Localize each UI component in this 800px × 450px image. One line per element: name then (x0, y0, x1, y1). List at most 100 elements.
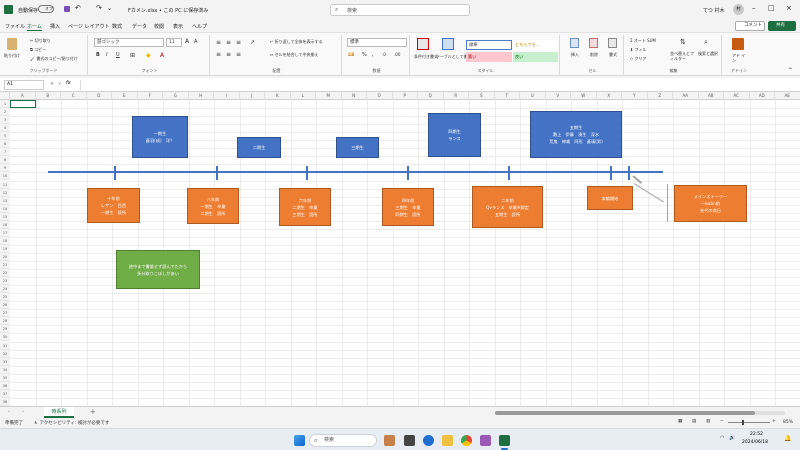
shape-fifth-gen[interactable]: 五期生 敷上 伊藤 湊生 深水 荒鬼 神威 阿形 蒼瑛(男) (530, 111, 622, 158)
column-header[interactable]: T (495, 92, 520, 100)
row-header[interactable]: 35 (0, 373, 10, 382)
fill-color-icon[interactable]: ◆ (146, 52, 151, 59)
style-bad[interactable]: 悪い (466, 52, 512, 62)
accessibility-status[interactable]: ♿ アクセシビリティ: 検討が必要です (34, 420, 109, 426)
menu-file[interactable]: ファイル (5, 23, 25, 30)
zoom-level[interactable]: 85% (783, 420, 793, 425)
autosum-button[interactable]: Σ オート SUM (630, 38, 656, 44)
column-header[interactable]: W (571, 92, 597, 100)
row-header[interactable]: 20 (0, 252, 10, 261)
row-header[interactable]: 12 (0, 188, 10, 197)
clear-button[interactable]: ◇ クリア (630, 56, 646, 62)
qat-dropdown-icon[interactable]: ⌄ (107, 5, 112, 12)
column-header[interactable]: N (342, 92, 367, 100)
column-header[interactable]: C (61, 92, 87, 100)
minimize-icon[interactable]: – (752, 4, 756, 12)
menu-view[interactable]: 表示 (173, 23, 183, 30)
row-header[interactable]: 3 (0, 116, 10, 125)
font-shrink-icon[interactable]: A (194, 39, 197, 45)
row-header[interactable]: 32 (0, 349, 10, 358)
copy-button[interactable]: ⧉ コピー (30, 47, 46, 53)
clock-time[interactable]: 22:52 (750, 432, 763, 437)
column-header[interactable]: Y (622, 92, 648, 100)
column-header[interactable]: AA (673, 92, 699, 100)
file-explorer-icon[interactable] (442, 435, 453, 446)
notification-icon[interactable]: 🔔 (784, 435, 791, 442)
number-format-select[interactable]: 標準 (347, 38, 407, 47)
row-header[interactable]: 2 (0, 108, 10, 117)
menu-data[interactable]: データ (132, 23, 147, 30)
sort-filter-icon[interactable]: ⇅ (680, 38, 686, 46)
addins-icon[interactable] (732, 38, 744, 50)
column-header[interactable]: V (546, 92, 571, 100)
paste-button[interactable]: 貼り付け (4, 53, 20, 59)
column-header[interactable]: I (214, 92, 240, 100)
format-painter-button[interactable]: 🖌 書式のコピー/貼り付け (30, 56, 78, 62)
column-header[interactable]: AD (750, 92, 775, 100)
row-header[interactable]: 16 (0, 220, 10, 229)
scroll-thumb[interactable] (495, 411, 755, 415)
fx-button[interactable]: fx (66, 80, 71, 86)
row-header[interactable]: 17 (0, 228, 10, 237)
delete-cells-button[interactable]: 削除 (590, 52, 598, 58)
row-header[interactable]: 22 (0, 269, 10, 278)
font-grow-icon[interactable]: A (185, 38, 189, 45)
align-middle-icon[interactable]: ≡ (226, 39, 231, 46)
row-header[interactable]: 5 (0, 132, 10, 141)
taskbar-search[interactable]: ⌕ 検索 (309, 434, 377, 447)
italic-button[interactable]: I (106, 52, 107, 58)
column-header[interactable]: Q (418, 92, 444, 100)
row-header[interactable]: 34 (0, 365, 10, 374)
format-cells-button[interactable]: 書式 (609, 52, 617, 58)
row-header[interactable]: 4 (0, 124, 10, 133)
row-header[interactable]: 31 (0, 341, 10, 350)
menu-home[interactable]: ホーム (27, 23, 42, 31)
cut-button[interactable]: ✂ 切り取り (30, 38, 51, 44)
shape-two-years-ago[interactable]: 二年前 Qvランス 卒業※解定 五期生 読所 (472, 186, 543, 228)
column-header[interactable]: O (367, 92, 393, 100)
column-header[interactable]: D (87, 92, 112, 100)
column-header[interactable]: R (444, 92, 469, 100)
addins-button[interactable]: アド イン (732, 53, 746, 63)
bold-button[interactable]: B (96, 52, 100, 58)
column-header[interactable]: B (36, 92, 61, 100)
sort-filter-button[interactable]: 並べ替えとフィルター (670, 51, 694, 61)
column-header[interactable]: S (469, 92, 495, 100)
shape-main-story[interactable]: メインストーリー 一babn前 先代の命日 (674, 185, 747, 222)
paste-icon[interactable] (7, 38, 17, 50)
row-header[interactable]: 29 (0, 325, 10, 334)
wrap-text-button[interactable]: ↵ 折り返して全体を表示する (270, 39, 323, 45)
shape-second-gen[interactable]: 二期生 (237, 137, 281, 158)
collapse-ribbon-icon[interactable]: ⌃ (788, 67, 793, 74)
shape-six-years-ago[interactable]: 六年前 二期生 卒業 三期生 読所 (279, 188, 331, 226)
row-header[interactable]: 21 (0, 261, 10, 270)
row-header[interactable]: 6 (0, 140, 10, 149)
format-cells-icon[interactable] (608, 38, 617, 48)
font-size-select[interactable]: 11 (166, 38, 182, 47)
cancel-icon[interactable]: × (50, 81, 54, 87)
row-header[interactable]: 10 (0, 172, 10, 181)
search-box[interactable]: ⌕ 検索 (330, 4, 470, 16)
copilot-icon[interactable] (423, 435, 434, 446)
column-header[interactable]: K (265, 92, 291, 100)
zoom-slider[interactable] (728, 422, 770, 423)
style-neutral[interactable]: どちらでも... (513, 40, 558, 50)
prev-sheet-icon[interactable]: ‹ (8, 409, 10, 415)
column-header[interactable]: AB (699, 92, 724, 100)
row-header[interactable]: 30 (0, 333, 10, 342)
avatar[interactable]: 村 (733, 4, 744, 15)
font-name-select[interactable]: 游ゴシック (94, 38, 164, 47)
shape-story-start[interactable]: 本編開始 (587, 186, 633, 210)
column-header[interactable]: A (10, 92, 36, 100)
style-normal[interactable]: 標準 (466, 40, 512, 50)
fill-button[interactable]: ⬇ フィル (630, 47, 647, 53)
row-header[interactable]: 24 (0, 285, 10, 294)
row-header[interactable]: 26 (0, 301, 10, 310)
close-icon[interactable]: × (786, 4, 792, 12)
menu-review[interactable]: 校閲 (154, 23, 164, 30)
row-header[interactable]: 25 (0, 293, 10, 302)
find-select-button[interactable]: 検索と選択 (698, 51, 720, 56)
column-header[interactable]: U (520, 92, 546, 100)
page-break-view-icon[interactable]: ▥ (706, 419, 710, 424)
format-table-icon[interactable] (442, 38, 454, 50)
